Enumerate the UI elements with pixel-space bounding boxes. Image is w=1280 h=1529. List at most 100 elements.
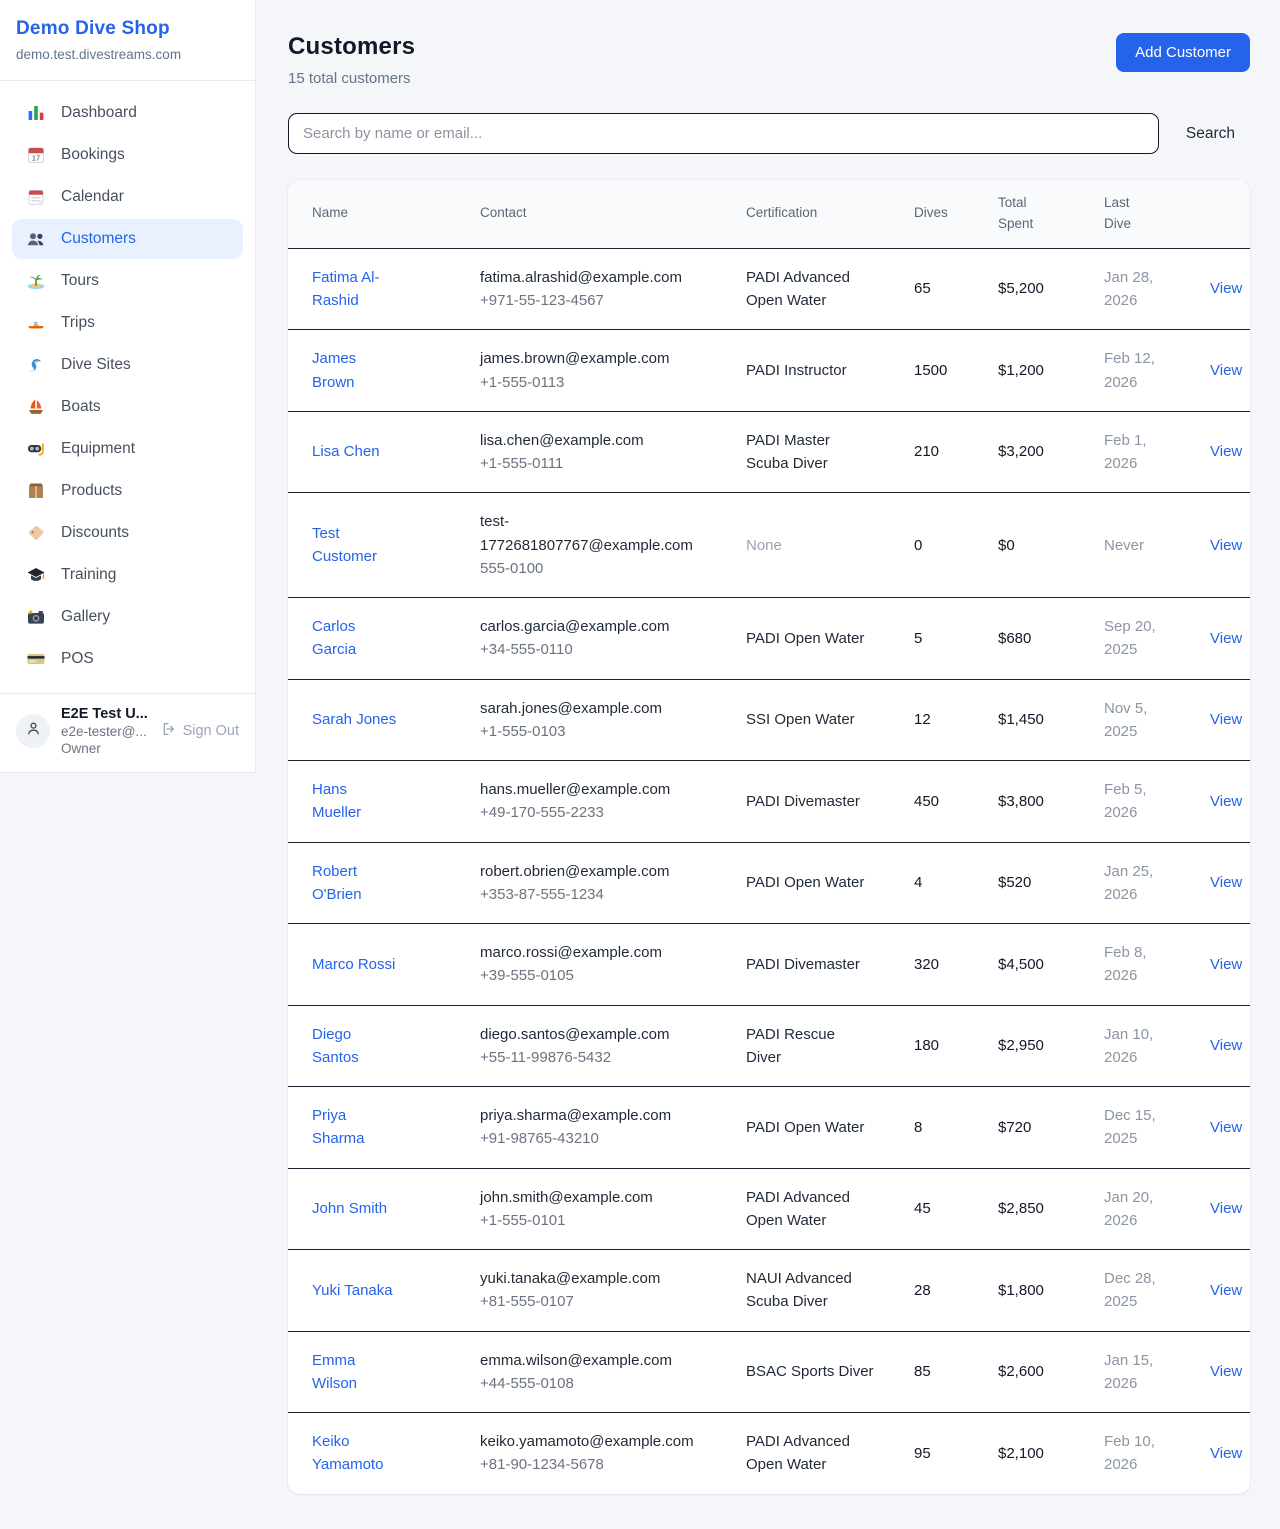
person-icon bbox=[25, 720, 42, 742]
customer-phone: +44-555-0108 bbox=[480, 1372, 716, 1395]
view-link[interactable]: View bbox=[1210, 1037, 1242, 1054]
sidebar-item-pos[interactable]: POS bbox=[12, 639, 243, 679]
customer-name-link[interactable]: Marco Rossi bbox=[312, 953, 395, 976]
customer-dives: 95 bbox=[914, 1442, 968, 1465]
sidebar-item-tours[interactable]: Tours bbox=[12, 261, 243, 301]
customer-name-link[interactable]: Keiko Yamamoto bbox=[312, 1430, 398, 1477]
view-link[interactable]: View bbox=[1210, 1282, 1242, 1299]
table-row: Keiko Yamamotokeiko.yamamoto@example.com… bbox=[288, 1413, 1250, 1494]
table-row: Hans Muellerhans.mueller@example.com+49-… bbox=[288, 761, 1250, 843]
customer-email: lisa.chen@example.com bbox=[480, 429, 698, 452]
customer-total-spent: $1,450 bbox=[998, 708, 1074, 731]
view-link[interactable]: View bbox=[1210, 630, 1242, 647]
sidebar-item-gallery[interactable]: Gallery bbox=[12, 597, 243, 637]
customer-name-link[interactable]: Test Customer bbox=[312, 522, 398, 569]
sidebar-item-label: Calendar bbox=[61, 188, 124, 206]
dashboard-icon bbox=[26, 103, 46, 123]
sidebar-item-dive-sites[interactable]: Dive Sites bbox=[12, 345, 243, 385]
table-row: Sarah Jonessarah.jones@example.com+1-555… bbox=[288, 679, 1250, 761]
view-link[interactable]: View bbox=[1210, 1445, 1242, 1462]
customer-email: diego.santos@example.com bbox=[480, 1023, 698, 1046]
sidebar-item-bookings[interactable]: 17Bookings bbox=[12, 135, 243, 175]
camera-icon bbox=[26, 607, 46, 627]
customer-email: emma.wilson@example.com bbox=[480, 1349, 698, 1372]
sidebar-item-label: Boats bbox=[61, 398, 101, 416]
package-icon bbox=[26, 481, 46, 501]
sidebar-item-label: Training bbox=[61, 566, 116, 584]
view-link[interactable]: View bbox=[1210, 1200, 1242, 1217]
search-input[interactable] bbox=[288, 113, 1159, 154]
sidebar-item-boats[interactable]: Boats bbox=[12, 387, 243, 427]
sidebar-item-calendar[interactable]: Calendar bbox=[12, 177, 243, 217]
customer-name-link[interactable]: Robert O'Brien bbox=[312, 860, 398, 907]
shop-header: Demo Dive Shop demo.test.divestreams.com bbox=[0, 0, 255, 81]
search-button[interactable]: Search bbox=[1186, 125, 1235, 143]
sidebar-item-customers[interactable]: Customers bbox=[12, 219, 243, 259]
sidebar-item-discounts[interactable]: Discounts bbox=[12, 513, 243, 553]
view-link[interactable]: View bbox=[1210, 1119, 1242, 1136]
view-link[interactable]: View bbox=[1210, 956, 1242, 973]
customer-phone: +81-90-1234-5678 bbox=[480, 1453, 716, 1476]
customer-email: sarah.jones@example.com bbox=[480, 697, 698, 720]
view-link[interactable]: View bbox=[1210, 711, 1242, 728]
customer-name-link[interactable]: Diego Santos bbox=[312, 1023, 398, 1070]
customer-total-spent: $3,200 bbox=[998, 440, 1074, 463]
customer-total-spent: $1,800 bbox=[998, 1279, 1074, 1302]
customer-email: robert.obrien@example.com bbox=[480, 860, 698, 883]
view-link[interactable]: View bbox=[1210, 362, 1242, 379]
sign-out-label: Sign Out bbox=[183, 723, 239, 739]
customer-name-link[interactable]: Hans Mueller bbox=[312, 778, 398, 825]
customer-name-link[interactable]: John Smith bbox=[312, 1197, 387, 1220]
customer-dives: 12 bbox=[914, 708, 968, 731]
customer-email: marco.rossi@example.com bbox=[480, 941, 698, 964]
customer-phone: +971-55-123-4567 bbox=[480, 289, 716, 312]
view-link[interactable]: View bbox=[1210, 1363, 1242, 1380]
customer-total-spent: $4,500 bbox=[998, 953, 1074, 976]
sidebar-item-dashboard[interactable]: Dashboard bbox=[12, 93, 243, 133]
view-link[interactable]: View bbox=[1210, 280, 1242, 297]
sidebar-item-trips[interactable]: Trips bbox=[12, 303, 243, 343]
customer-last-dive: Jan 10, 2026 bbox=[1104, 1023, 1166, 1070]
customer-name-link[interactable]: Lisa Chen bbox=[312, 440, 380, 463]
column-header-actions bbox=[1186, 180, 1250, 248]
sidebar-item-training[interactable]: Training bbox=[12, 555, 243, 595]
customer-name-link[interactable]: Fatima Al-Rashid bbox=[312, 266, 398, 313]
customer-count: 15 total customers bbox=[288, 70, 415, 87]
customer-email: fatima.alrashid@example.com bbox=[480, 266, 698, 289]
view-link[interactable]: View bbox=[1210, 537, 1242, 554]
page-header: Customers 15 total customers Add Custome… bbox=[288, 33, 1250, 87]
view-link[interactable]: View bbox=[1210, 874, 1242, 891]
user-name: E2E Test U... bbox=[61, 706, 148, 722]
calendar-icon bbox=[26, 187, 46, 207]
dive-mask-icon bbox=[26, 439, 46, 459]
customer-last-dive: Jan 25, 2026 bbox=[1104, 860, 1166, 907]
customers-table: NameContactCertificationDivesTotal Spent… bbox=[288, 180, 1250, 1494]
sidebar-item-equipment[interactable]: Equipment bbox=[12, 429, 243, 469]
table-row: Fatima Al-Rashid fatima.alrashid@example.… bbox=[288, 248, 1250, 330]
customer-total-spent: $2,950 bbox=[998, 1034, 1074, 1057]
customer-name-link[interactable]: James Brown bbox=[312, 347, 398, 394]
customer-phone: +34-555-0110 bbox=[480, 638, 716, 661]
customer-dives: 1500 bbox=[914, 359, 968, 382]
customer-name-link[interactable]: Yuki Tanaka bbox=[312, 1279, 393, 1302]
customer-name-link[interactable]: Priya Sharma bbox=[312, 1104, 398, 1151]
customer-email: carlos.garcia@example.com bbox=[480, 615, 698, 638]
customer-name-link[interactable]: Carlos Garcia bbox=[312, 615, 398, 662]
grad-cap-icon bbox=[26, 565, 46, 585]
customer-name-link[interactable]: Sarah Jones bbox=[312, 708, 396, 731]
customer-certification: PADI Instructor bbox=[746, 359, 874, 382]
customer-certification: PADI Master Scuba Diver bbox=[746, 429, 874, 476]
customer-dives: 4 bbox=[914, 871, 968, 894]
column-header-name: Name bbox=[288, 180, 456, 248]
customer-dives: 85 bbox=[914, 1360, 968, 1383]
customer-phone: +91-98765-43210 bbox=[480, 1127, 716, 1150]
add-customer-button[interactable]: Add Customer bbox=[1116, 33, 1250, 72]
sign-out-button[interactable]: Sign Out bbox=[161, 721, 239, 741]
shop-domain: demo.test.divestreams.com bbox=[16, 47, 239, 62]
sidebar-item-products[interactable]: Products bbox=[12, 471, 243, 511]
sidebar-item-label: POS bbox=[61, 650, 94, 668]
customer-dives: 450 bbox=[914, 790, 968, 813]
customer-name-link[interactable]: Emma Wilson bbox=[312, 1349, 398, 1396]
view-link[interactable]: View bbox=[1210, 443, 1242, 460]
view-link[interactable]: View bbox=[1210, 793, 1242, 810]
